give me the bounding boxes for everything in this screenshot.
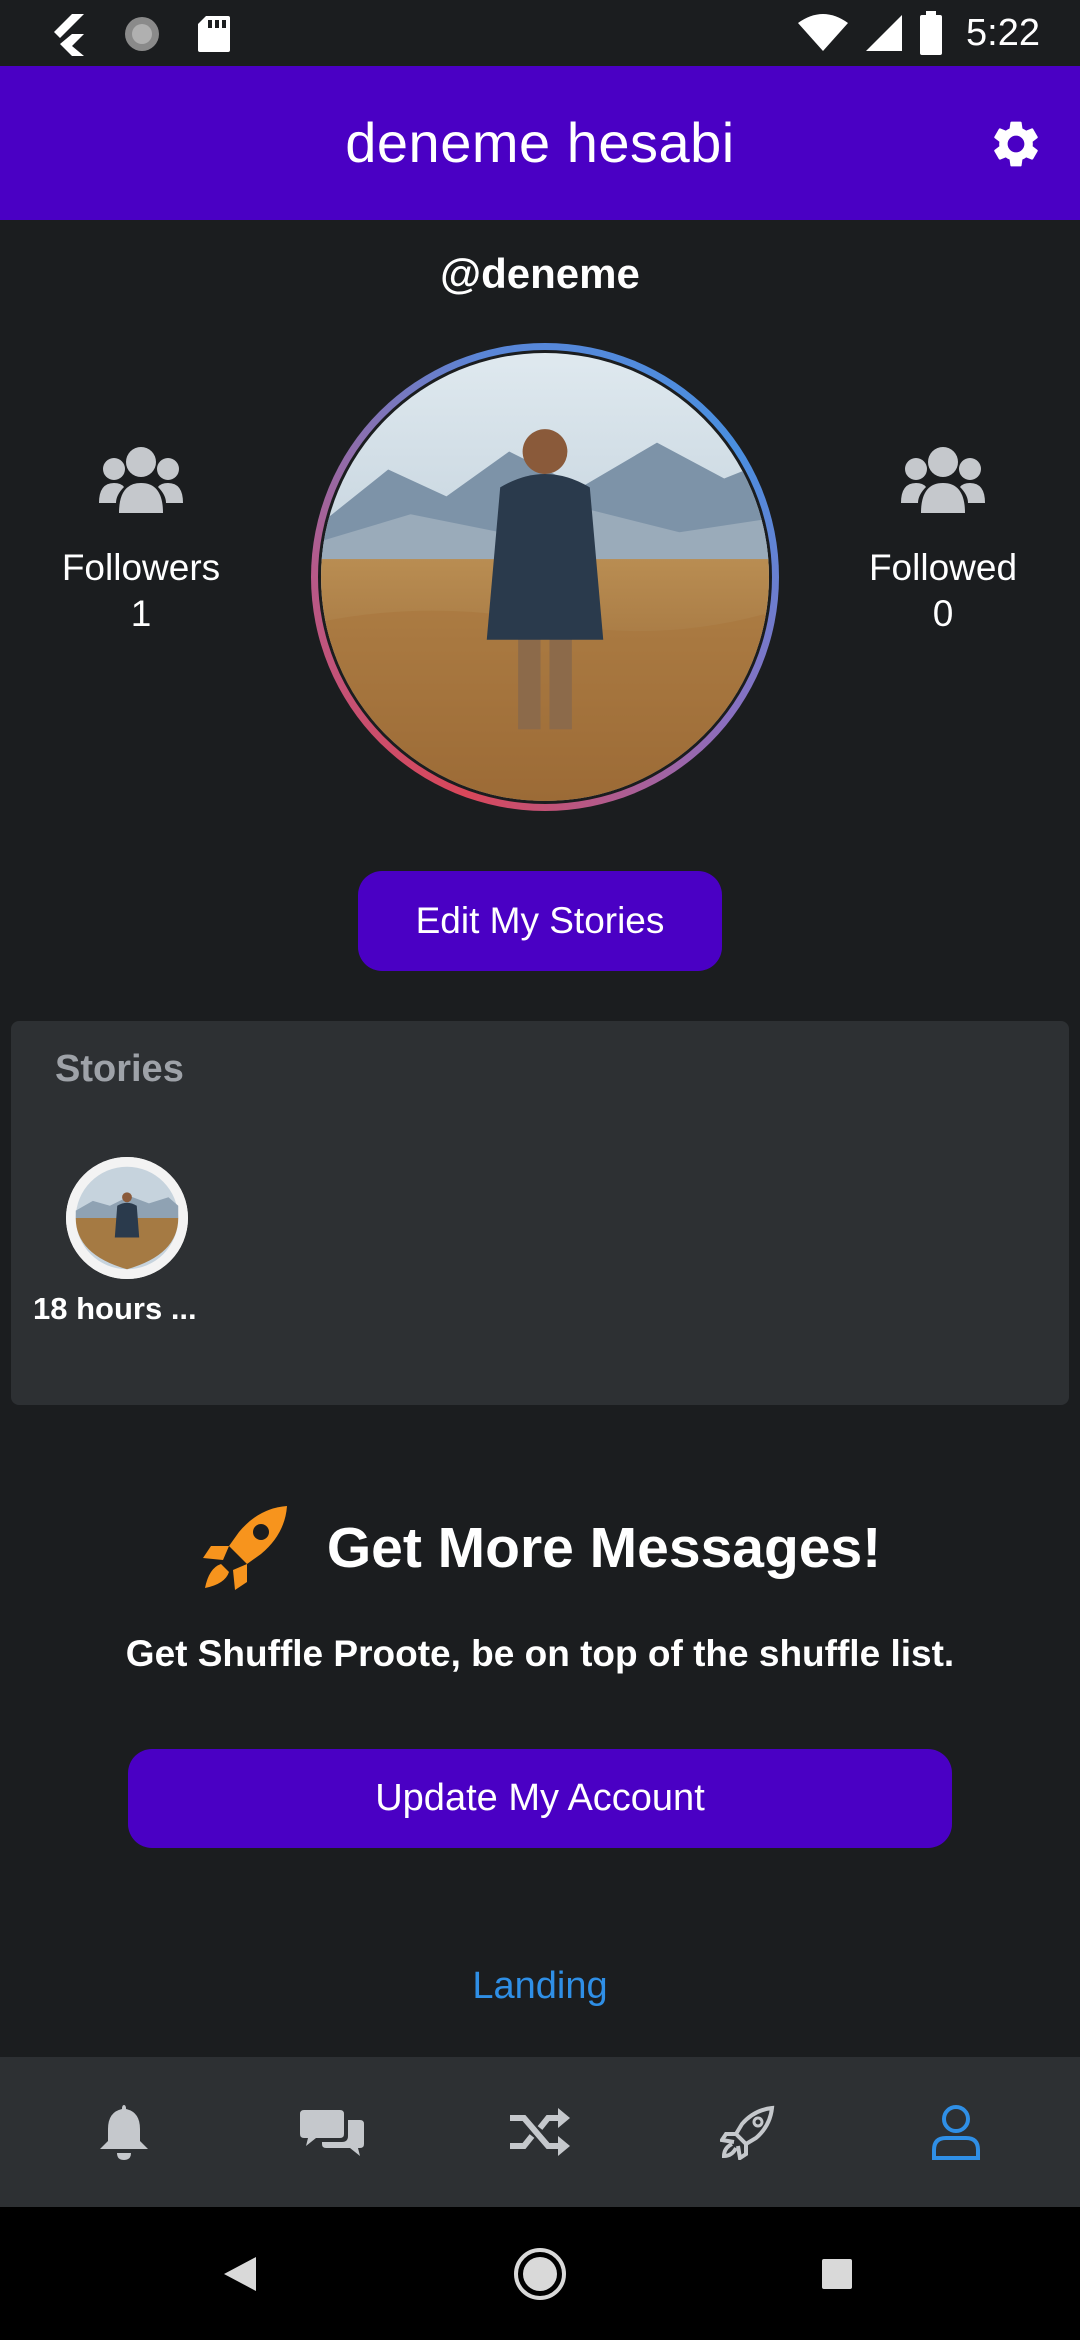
followers-label: Followers — [61, 547, 221, 588]
update-account-button[interactable]: Update My Account — [128, 1749, 952, 1848]
chat-bubbles-icon — [300, 2110, 364, 2156]
followed-count: 0 — [932, 593, 954, 634]
shuffle-icon — [510, 2108, 570, 2156]
profile-avatar[interactable] — [311, 343, 779, 811]
app-bar: deneme hesabi — [0, 66, 1080, 220]
status-time: 5:22 — [966, 11, 1040, 54]
sd-card-icon — [198, 16, 230, 52]
rocket-icon — [720, 2105, 775, 2160]
recents-icon[interactable] — [820, 2257, 854, 2291]
story-thumbnail — [66, 1157, 188, 1279]
username: @deneme — [440, 250, 640, 297]
loading-icon — [125, 17, 159, 51]
status-left-icons — [48, 12, 232, 56]
nav-profile[interactable] — [896, 2072, 1016, 2192]
page-title: deneme hesabi — [345, 111, 735, 174]
story-time-label: 18 hours ... — [33, 1291, 197, 1326]
promo-subtitle: Get Shuffle Proote, be on top of the shu… — [125, 1633, 955, 1674]
user-icon — [932, 2105, 980, 2160]
story-item[interactable]: 18 hours ... — [33, 1157, 197, 1327]
followers-stat[interactable]: Followers 1 — [31, 445, 251, 635]
stories-card: Stories 18 hours ... — [11, 1021, 1069, 1405]
avatar-photo — [321, 353, 769, 801]
flutter-icon — [54, 14, 84, 56]
settings-button[interactable] — [988, 116, 1044, 172]
signal-icon — [866, 15, 903, 51]
status-bar: 5:22 — [0, 0, 1080, 66]
bottom-nav — [0, 2057, 1080, 2207]
followed-label: Followed — [868, 547, 1018, 588]
home-icon[interactable] — [513, 2247, 567, 2301]
system-nav-bar — [0, 2207, 1080, 2340]
avatar-frame — [318, 350, 772, 804]
edit-stories-button[interactable]: Edit My Stories — [358, 871, 722, 971]
group-icon — [901, 447, 985, 513]
followed-stat[interactable]: Followed 0 — [833, 445, 1053, 635]
promo-header: Get More Messages! — [0, 1500, 1080, 1596]
promo-title: Get More Messages! — [326, 1516, 882, 1580]
wifi-icon — [798, 14, 849, 51]
nav-shuffle[interactable] — [480, 2072, 600, 2192]
nav-notifications[interactable] — [64, 2072, 184, 2192]
battery-icon — [920, 11, 943, 55]
status-right-icons: 5:22 — [796, 8, 1040, 58]
landing-link[interactable]: Landing — [0, 1965, 1080, 2008]
stories-title: Stories — [55, 1048, 184, 1090]
bell-icon — [100, 2105, 148, 2160]
group-icon — [99, 447, 183, 513]
nav-messages[interactable] — [272, 2072, 392, 2192]
rocket-icon — [202, 1506, 287, 1590]
back-icon[interactable] — [222, 2255, 258, 2293]
nav-boost[interactable] — [688, 2072, 808, 2192]
followers-count: 1 — [130, 593, 152, 634]
gear-icon — [994, 121, 1038, 167]
